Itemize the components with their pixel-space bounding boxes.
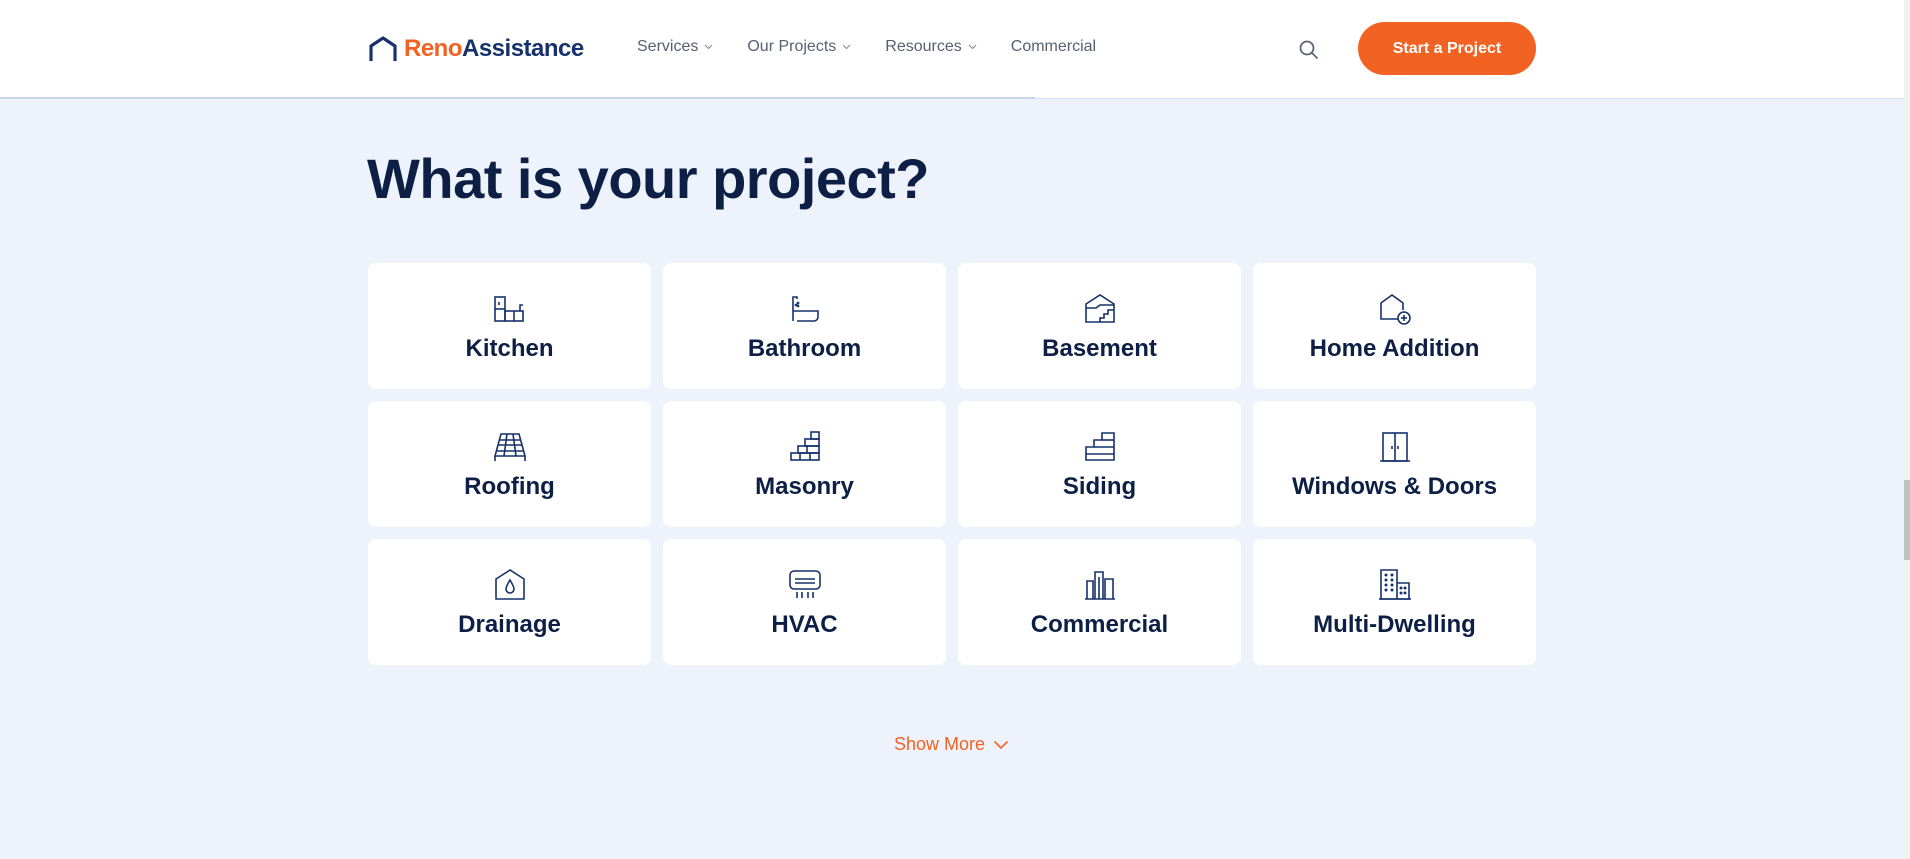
apartment-building-icon [1378, 569, 1411, 600]
project-card-kitchen[interactable]: Kitchen [368, 263, 651, 389]
project-card-label: Home Addition [1309, 335, 1480, 362]
chevron-down-icon [993, 740, 1009, 749]
main-nav: Services Our Projects Resources Commerci… [637, 38, 1130, 56]
nav-item-commercial[interactable]: Commercial [1011, 38, 1096, 56]
show-more-button[interactable]: Show More [894, 734, 1009, 755]
project-card-label: Basement [1042, 335, 1157, 362]
chevron-down-icon [968, 44, 977, 50]
scrollbar-thumb[interactable] [1904, 480, 1910, 560]
project-card-masonry[interactable]: Masonry [663, 401, 946, 527]
project-card-label: Windows & Doors [1291, 473, 1498, 500]
chevron-down-icon [842, 44, 851, 50]
search-button[interactable] [1298, 39, 1320, 61]
project-card-label: Multi-Dwelling [1313, 611, 1476, 638]
project-card-roofing[interactable]: Roofing [368, 401, 651, 527]
search-icon [1299, 40, 1318, 59]
project-card-label: Masonry [755, 473, 854, 500]
nav-item-label: Our Projects [747, 38, 837, 55]
kitchen-icon [493, 296, 524, 322]
page-scrollbar[interactable] [1904, 0, 1910, 859]
scroll-progress-bar [0, 97, 1035, 99]
commercial-building-icon [1084, 571, 1115, 600]
nav-item-label: Commercial [1010, 38, 1097, 55]
siding-icon [1084, 432, 1115, 461]
nav-item-label: Services [637, 38, 699, 55]
house-logo-icon [369, 36, 397, 61]
logo-text-reno: Reno [404, 35, 463, 62]
show-more-label: Show More [894, 734, 986, 754]
site-logo[interactable]: RenoAssistance [368, 32, 584, 66]
project-card-hvac[interactable]: HVAC [663, 539, 946, 665]
project-card-label: Siding [1062, 473, 1137, 500]
roofing-icon [493, 433, 526, 461]
project-type-grid: Kitchen Bathroom Basement Home Addition [368, 263, 1536, 665]
project-card-label: Kitchen [465, 335, 554, 362]
project-card-siding[interactable]: Siding [958, 401, 1241, 527]
air-conditioner-icon [788, 570, 821, 598]
chevron-down-icon [704, 44, 713, 50]
drainage-icon [494, 569, 525, 600]
start-project-button[interactable]: Start a Project [1358, 22, 1536, 75]
project-card-commercial[interactable]: Commercial [958, 539, 1241, 665]
nav-item-our-projects[interactable]: Our Projects [747, 38, 851, 56]
nav-item-services[interactable]: Services [637, 38, 713, 56]
project-card-label: Bathroom [747, 335, 862, 362]
bricks-icon [789, 431, 820, 461]
nav-item-resources[interactable]: Resources [885, 38, 977, 56]
logo-text: RenoAssistance [404, 35, 584, 63]
nav-item-label: Resources [885, 38, 962, 55]
project-card-bathroom[interactable]: Bathroom [663, 263, 946, 389]
project-card-home-addition[interactable]: Home Addition [1253, 263, 1536, 389]
project-card-multi-dwelling[interactable]: Multi-Dwelling [1253, 539, 1536, 665]
logo-text-assistance: Assistance [462, 35, 584, 62]
project-card-label: Commercial [1030, 611, 1169, 638]
door-icon [1379, 432, 1410, 462]
project-card-label: Drainage [458, 611, 561, 638]
project-card-windows-doors[interactable]: Windows & Doors [1253, 401, 1536, 527]
project-card-label: HVAC [771, 611, 838, 638]
page-title: What is your project? [367, 147, 930, 210]
project-card-basement[interactable]: Basement [958, 263, 1241, 389]
basement-icon [1084, 294, 1115, 323]
bathtub-icon [791, 296, 819, 322]
project-card-drainage[interactable]: Drainage [368, 539, 651, 665]
project-card-label: Roofing [464, 473, 555, 500]
home-addition-icon [1379, 294, 1411, 325]
